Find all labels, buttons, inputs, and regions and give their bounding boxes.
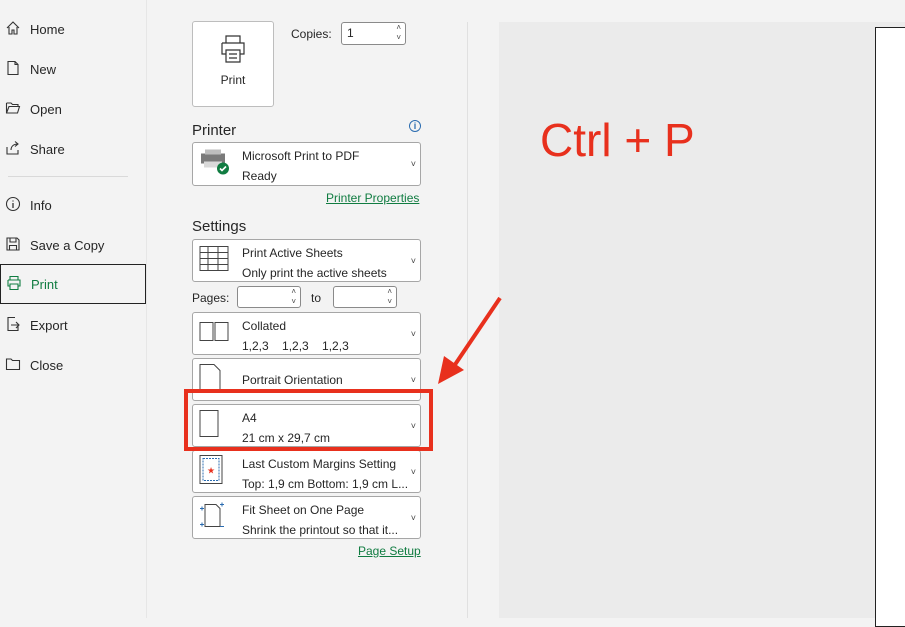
spin-arrows-icon[interactable]: ˄ ˅ — [396, 23, 401, 43]
margins-subtitle: Top: 1,9 cm Bottom: 1,9 cm L... — [242, 477, 409, 491]
open-folder-icon — [5, 100, 23, 118]
orientation-title: Portrait Orientation — [242, 372, 343, 387]
folder-close-icon — [5, 356, 23, 374]
fit-sheet-icon — [199, 500, 225, 535]
chevron-down-icon: ˅ — [410, 328, 416, 339]
shortcut-annotation: Ctrl + P — [540, 114, 695, 166]
info-icon — [5, 196, 23, 214]
printer-device-icon — [199, 148, 231, 181]
printer-status: Ready — [242, 169, 277, 183]
spin-arrows-icon[interactable]: ˄ ˅ — [387, 287, 392, 307]
new-document-icon — [5, 60, 23, 78]
info-icon[interactable]: i — [409, 120, 421, 132]
copies-value: 1 — [347, 26, 354, 40]
margins-icon: ★ — [199, 454, 223, 489]
scaling-title: Fit Sheet on One Page — [242, 503, 365, 517]
sidebar-item-open[interactable]: Open — [0, 89, 146, 129]
collation-subtitle: 1,2,3 1,2,3 1,2,3 — [242, 339, 349, 353]
copies-label: Copies: — [291, 27, 332, 41]
save-icon — [5, 236, 23, 254]
pages-label: Pages: — [192, 291, 230, 305]
margins-dropdown[interactable]: ★ Last Custom Margins Setting Top: 1,9 c… — [192, 450, 421, 493]
print-button[interactable]: Print — [192, 21, 274, 107]
share-icon — [5, 140, 23, 158]
print-scope-dropdown[interactable]: Print Active Sheets Only print the activ… — [192, 239, 421, 282]
export-icon — [5, 316, 23, 334]
copies-stepper[interactable]: 1 ˄ ˅ — [341, 22, 406, 45]
pages-to-input[interactable]: ˄ ˅ — [333, 286, 397, 308]
settings-section-title: Settings — [192, 218, 247, 235]
sidebar-item-new[interactable]: New — [0, 49, 146, 89]
sidebar-item-label: Save a Copy — [30, 237, 105, 253]
sidebar-item-print[interactable]: Print — [0, 264, 146, 304]
sidebar-divider — [8, 176, 128, 177]
sidebar-item-label: Home — [30, 21, 65, 37]
sidebar-item-save-a-copy[interactable]: Save a Copy — [0, 225, 146, 265]
page-setup-link[interactable]: Page Setup — [358, 544, 421, 558]
chevron-down-icon: ˅ — [410, 374, 416, 385]
printer-properties-link[interactable]: Printer Properties — [326, 191, 419, 205]
sidebar-item-export[interactable]: Export — [0, 305, 146, 345]
sidebar-item-label: New — [30, 61, 57, 77]
pointer-arrow-icon — [438, 296, 502, 384]
sidebar-item-label: Open — [30, 101, 62, 117]
home-icon — [5, 20, 23, 38]
print-settings-panel: Print Copies: 1 ˄ ˅ Printer i Microsoft P… — [148, 0, 468, 618]
sidebar-item-label: Print — [31, 276, 58, 292]
sidebar-item-label: Close — [30, 357, 64, 373]
printer-section-title: Printer — [192, 122, 237, 139]
paper-size-highlight-box — [184, 389, 433, 451]
printer-name: Microsoft Print to PDF — [242, 149, 360, 163]
printer-icon — [6, 275, 24, 293]
svg-text:★: ★ — [207, 466, 215, 476]
print-button-label: Print — [220, 73, 246, 87]
backstage-sidebar: Home New Open Share Info Save a Copy Pri… — [0, 0, 147, 618]
print-scope-subtitle: Only print the active sheets — [242, 266, 387, 280]
sheet-grid-icon — [199, 245, 229, 276]
collation-title: Collated — [242, 319, 287, 333]
sidebar-item-label: Export — [30, 317, 68, 333]
sidebar-item-label: Share — [30, 141, 65, 157]
sidebar-item-label: Info — [30, 197, 52, 213]
chevron-down-icon: ˅ — [410, 159, 416, 169]
sidebar-item-info[interactable]: Info — [0, 185, 146, 225]
margins-title: Last Custom Margins Setting — [242, 457, 397, 471]
pages-from-input[interactable]: ˄ ˅ — [237, 286, 301, 308]
chevron-down-icon: ˅ — [410, 466, 416, 477]
scaling-subtitle: Shrink the printout so that it... — [242, 523, 399, 537]
preview-page — [875, 27, 905, 627]
chevron-down-icon: ˅ — [410, 255, 416, 266]
print-preview-area — [499, 22, 905, 618]
print-scope-title: Print Active Sheets — [242, 246, 343, 260]
scaling-dropdown[interactable]: Fit Sheet on One Page Shrink the printou… — [192, 496, 421, 539]
collated-pages-icon — [199, 321, 229, 346]
sidebar-item-home[interactable]: Home — [0, 9, 146, 49]
printer-dropdown[interactable]: Microsoft Print to PDF Ready ˅ — [192, 142, 421, 186]
sidebar-item-close[interactable]: Close — [0, 345, 146, 385]
to-label: to — [311, 291, 322, 305]
chevron-down-icon: ˅ — [410, 512, 416, 523]
sidebar-item-share[interactable]: Share — [0, 129, 146, 169]
printer-icon — [219, 34, 247, 67]
collation-dropdown[interactable]: Collated 1,2,3 1,2,3 1,2,3 ˅ — [192, 312, 421, 355]
spin-arrows-icon[interactable]: ˄ ˅ — [291, 287, 296, 307]
